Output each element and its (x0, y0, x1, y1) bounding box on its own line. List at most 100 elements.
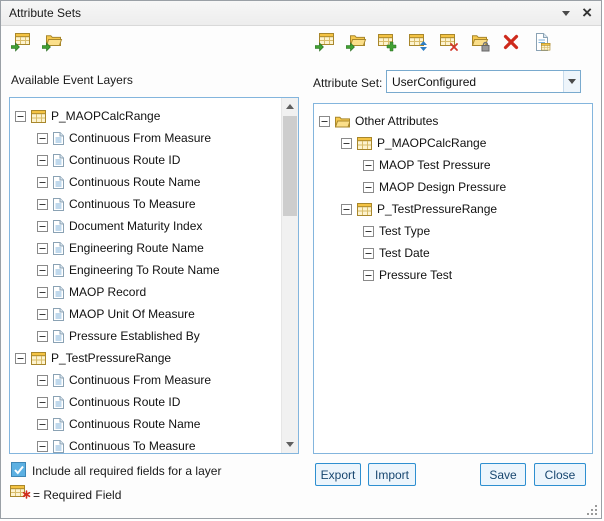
collapse-expander-icon[interactable] (37, 155, 48, 166)
dropdown-arrow-button[interactable] (563, 71, 580, 92)
event-layer-node[interactable]: P_TestPressureRange (10, 347, 281, 369)
field-node[interactable]: Continuous To Measure (10, 435, 281, 453)
field-node[interactable]: Continuous Route ID (10, 149, 281, 171)
table-plus-icon[interactable] (375, 30, 399, 54)
field-node[interactable]: Document Maturity Index (10, 215, 281, 237)
table-remove-icon[interactable] (437, 30, 461, 54)
collapse-expander-icon[interactable] (37, 243, 48, 254)
required-field-label: = Required Field (33, 488, 121, 502)
doc-icon (53, 308, 64, 321)
collapse-expander-icon[interactable] (37, 331, 48, 342)
collapse-expander-icon[interactable] (37, 309, 48, 320)
available-layers-tree: P_MAOPCalcRangeContinuous From MeasureCo… (9, 97, 299, 454)
collapse-expander-icon[interactable] (37, 441, 48, 452)
field-node[interactable]: Pressure Established By (10, 325, 281, 347)
collapse-expander-icon[interactable] (37, 287, 48, 298)
collapse-expander-icon[interactable] (37, 419, 48, 430)
window-title: Attribute Sets (1, 6, 81, 20)
attribute-node[interactable]: Test Date (314, 242, 592, 264)
attribute-node[interactable]: MAOP Test Pressure (314, 154, 592, 176)
doc-icon (53, 286, 64, 299)
field-node[interactable]: Continuous From Measure (10, 127, 281, 149)
field-node[interactable]: Continuous From Measure (10, 369, 281, 391)
table-add-icon[interactable] (313, 30, 337, 54)
window-controls: × (562, 6, 601, 20)
collapse-expander-icon[interactable] (319, 116, 330, 127)
field-node[interactable]: Engineering To Route Name (10, 259, 281, 281)
attribute-set-tree: Other Attributes P_MAOPCalcRangeMAOP Test… (313, 103, 593, 454)
tree-item-label: Continuous To Measure (69, 439, 196, 453)
tree-item-label: Engineering To Route Name (69, 263, 220, 277)
tree-item-label: MAOP Record (69, 285, 146, 299)
collapse-expander-icon[interactable] (37, 199, 48, 210)
collapse-expander-icon[interactable] (15, 111, 26, 122)
event-layer-node[interactable]: P_TestPressureRange (314, 198, 592, 220)
collapse-expander-icon[interactable] (341, 138, 352, 149)
scroll-down-icon[interactable] (282, 436, 298, 453)
attribute-set-root-node[interactable]: Other Attributes (314, 110, 592, 132)
event-layer-node[interactable]: P_MAOPCalcRange (10, 105, 281, 127)
field-node[interactable]: Continuous To Measure (10, 193, 281, 215)
import-button[interactable]: Import (368, 463, 416, 486)
collapse-expander-icon[interactable] (363, 270, 374, 281)
folder-add-icon[interactable] (40, 30, 64, 54)
chevron-down-icon (568, 79, 576, 84)
collapse-expander-icon[interactable] (363, 182, 374, 193)
scroll-up-icon[interactable] (282, 98, 298, 115)
doc-icon (53, 198, 64, 211)
collapse-expander-icon[interactable] (363, 248, 374, 259)
collapse-expander-icon[interactable] (37, 265, 48, 276)
collapse-expander-icon[interactable] (15, 353, 26, 364)
field-node[interactable]: MAOP Record (10, 281, 281, 303)
collapse-expander-icon[interactable] (341, 204, 352, 215)
attribute-set-tree-content: Other Attributes P_MAOPCalcRangeMAOP Test… (314, 104, 592, 453)
attribute-set-dropdown[interactable]: UserConfigured (386, 70, 581, 93)
tree-item-label: Continuous From Measure (69, 131, 211, 145)
resize-grip[interactable] (586, 503, 598, 515)
tree-item-label: Other Attributes (355, 114, 438, 128)
tree-item-label: Test Type (379, 224, 430, 238)
field-node[interactable]: Continuous Route ID (10, 391, 281, 413)
window-menu-icon[interactable] (562, 11, 570, 16)
table-add-icon[interactable] (9, 30, 33, 54)
collapse-expander-icon[interactable] (37, 221, 48, 232)
tree-item-label: P_TestPressureRange (51, 351, 171, 365)
table-arrows-icon[interactable] (406, 30, 430, 54)
doc-icon (53, 396, 64, 409)
tree-item-label: Continuous Route Name (69, 417, 200, 431)
toolbar-left-group (9, 30, 64, 54)
title-bar: Attribute Sets × (1, 1, 601, 26)
doc-icon (53, 132, 64, 145)
field-node[interactable]: Engineering Route Name (10, 237, 281, 259)
scroll-thumb[interactable] (283, 116, 297, 216)
folder-lock-icon[interactable] (468, 30, 492, 54)
collapse-expander-icon[interactable] (37, 133, 48, 144)
field-node[interactable]: Continuous Route Name (10, 413, 281, 435)
window-close-icon[interactable]: × (582, 6, 592, 20)
tree-item-label: MAOP Unit Of Measure (69, 307, 195, 321)
attribute-node[interactable]: Test Type (314, 220, 592, 242)
folder-add-icon[interactable] (344, 30, 368, 54)
collapse-expander-icon[interactable] (363, 160, 374, 171)
doc-icon (53, 264, 64, 277)
collapse-expander-icon[interactable] (37, 397, 48, 408)
export-button[interactable]: Export (315, 463, 361, 486)
attribute-node[interactable]: Pressure Test (314, 264, 592, 286)
field-node[interactable]: MAOP Unit Of Measure (10, 303, 281, 325)
collapse-expander-icon[interactable] (37, 177, 48, 188)
tree-item-label: P_MAOPCalcRange (51, 109, 160, 123)
field-node[interactable]: Continuous Route Name (10, 171, 281, 193)
save-button[interactable]: Save (480, 463, 526, 486)
doc-icon (53, 418, 64, 431)
collapse-expander-icon[interactable] (363, 226, 374, 237)
attribute-node[interactable]: MAOP Design Pressure (314, 176, 592, 198)
delete-x-icon[interactable] (499, 30, 523, 54)
include-required-fields-checkbox[interactable] (11, 462, 26, 477)
event-layer-node[interactable]: P_MAOPCalcRange (314, 132, 592, 154)
collapse-expander-icon[interactable] (37, 375, 48, 386)
vertical-scrollbar[interactable] (281, 98, 298, 453)
close-button[interactable]: Close (534, 463, 586, 486)
page-report-icon[interactable] (530, 30, 554, 54)
tree-item-label: Engineering Route Name (69, 241, 204, 255)
doc-icon (53, 176, 64, 189)
